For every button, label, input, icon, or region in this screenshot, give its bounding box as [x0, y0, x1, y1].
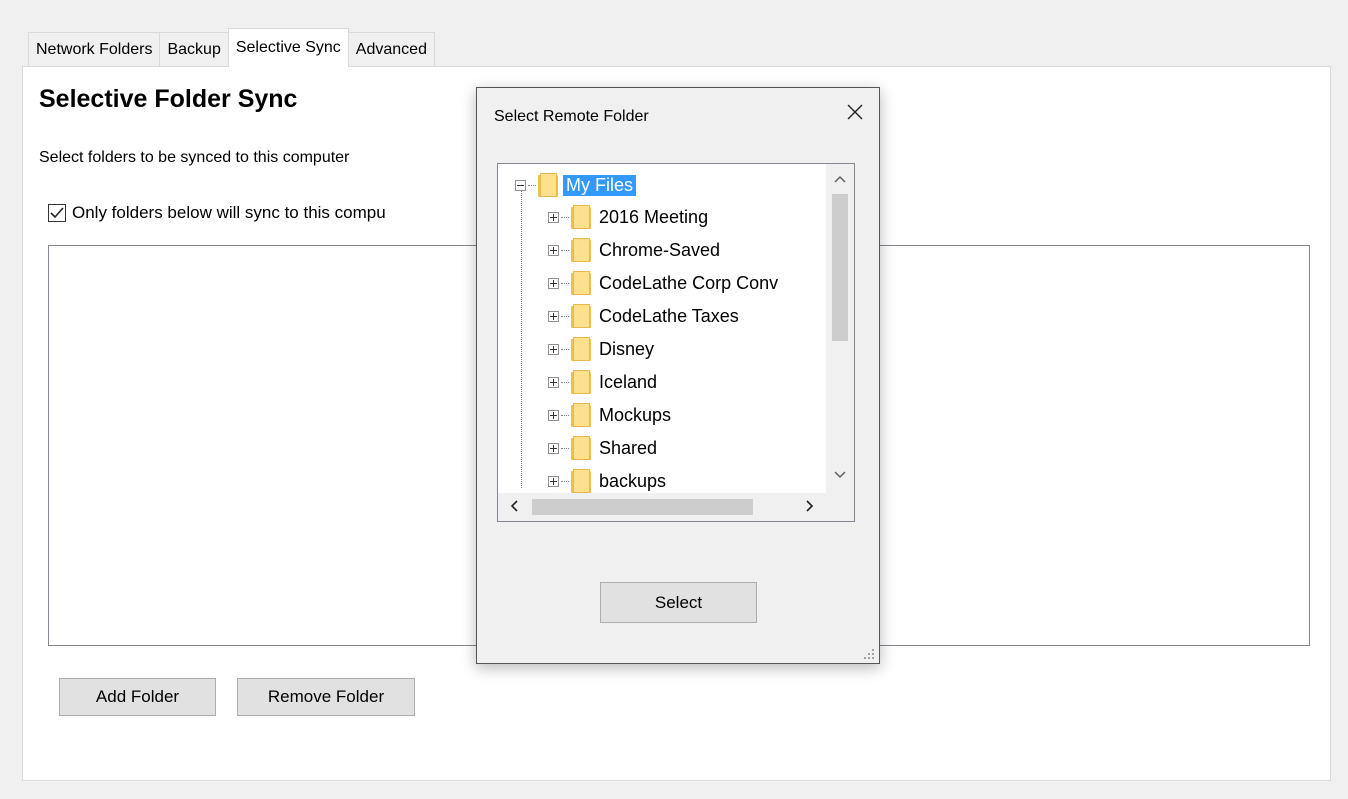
select-button[interactable]: Select [600, 582, 757, 623]
checkmark-icon [50, 207, 64, 219]
tree-root-label: My Files [563, 174, 636, 196]
tree-item[interactable]: CodeLathe Taxes [548, 301, 739, 331]
tree-item[interactable]: backups [548, 466, 666, 493]
folder-icon [571, 304, 591, 328]
tree-item-label: Iceland [599, 371, 658, 392]
folder-icon [571, 205, 591, 229]
expand-icon[interactable] [548, 277, 559, 289]
scroll-right-icon[interactable] [796, 499, 824, 515]
tree-item-label: CodeLathe Taxes [599, 305, 739, 326]
tree-root-row[interactable]: My Files [515, 170, 636, 200]
scroll-down-icon[interactable] [826, 466, 854, 482]
expand-icon[interactable] [548, 409, 559, 421]
folder-icon [571, 238, 591, 262]
expand-icon[interactable] [548, 343, 559, 355]
folder-tree-content: My Files 2016 Meeting Chrome-Saved CodeL… [498, 164, 828, 493]
folder-icon [571, 436, 591, 460]
tree-item[interactable]: CodeLathe Corp Conv [548, 268, 778, 298]
tree-item[interactable]: Mockups [548, 400, 671, 430]
page-title: Selective Folder Sync [39, 85, 298, 113]
resize-grip-icon[interactable] [863, 647, 875, 659]
tree-item-label: Chrome-Saved [599, 239, 721, 260]
expand-icon[interactable] [548, 310, 559, 322]
horizontal-scrollbar[interactable] [498, 493, 828, 521]
folder-icon [538, 173, 558, 197]
only-folders-checkbox-label: Only folders below will sync to this com… [72, 203, 386, 222]
tree-item[interactable]: Chrome-Saved [548, 235, 720, 265]
tab-strip: Network Folders Backup Selective Sync Ad… [28, 28, 435, 67]
remove-folder-button[interactable]: Remove Folder [237, 678, 415, 716]
collapse-icon[interactable] [515, 179, 526, 191]
expand-icon[interactable] [548, 376, 559, 388]
tree-item[interactable]: Iceland [548, 367, 657, 397]
scroll-left-icon[interactable] [500, 499, 528, 515]
select-remote-folder-dialog: Select Remote Folder My Files 2016 Meeti… [476, 87, 880, 664]
add-folder-button[interactable]: Add Folder [59, 678, 216, 716]
tree-item-label: backups [599, 470, 667, 491]
page-subtitle: Select folders to be synced to this comp… [39, 149, 350, 166]
vertical-scroll-thumb[interactable] [832, 194, 848, 341]
expand-icon[interactable] [548, 244, 559, 256]
tree-item-label: Disney [599, 338, 655, 359]
expand-icon[interactable] [548, 442, 559, 454]
folder-icon [571, 403, 591, 427]
folder-icon [571, 469, 591, 493]
tab-selective-sync[interactable]: Selective Sync [227, 28, 349, 67]
expand-icon[interactable] [548, 475, 559, 487]
tree-item[interactable]: Shared [548, 433, 657, 463]
tree-item-label: Shared [599, 437, 658, 458]
tree-item[interactable]: Disney [548, 334, 654, 364]
horizontal-scroll-thumb[interactable] [532, 499, 753, 515]
tree-item-label: CodeLathe Corp Conv [599, 272, 779, 293]
tab-advanced[interactable]: Advanced [347, 32, 435, 67]
expand-icon[interactable] [548, 211, 559, 223]
tab-backup[interactable]: Backup [159, 32, 229, 67]
folder-icon [571, 271, 591, 295]
vertical-scrollbar[interactable] [826, 164, 854, 493]
tree-item-label: Mockups [599, 404, 672, 425]
tree-item[interactable]: 2016 Meeting [548, 202, 708, 232]
tree-item-label: 2016 Meeting [599, 206, 709, 227]
only-folders-checkbox-row[interactable]: Only folders below will sync to this com… [48, 203, 386, 223]
scroll-up-icon[interactable] [826, 170, 854, 186]
folder-icon [571, 370, 591, 394]
folder-icon [571, 337, 591, 361]
close-icon[interactable] [845, 102, 865, 122]
only-folders-checkbox[interactable] [48, 204, 66, 222]
tab-network-folders[interactable]: Network Folders [28, 32, 161, 67]
folder-tree[interactable]: My Files 2016 Meeting Chrome-Saved CodeL… [497, 163, 855, 522]
dialog-title: Select Remote Folder [494, 108, 649, 125]
